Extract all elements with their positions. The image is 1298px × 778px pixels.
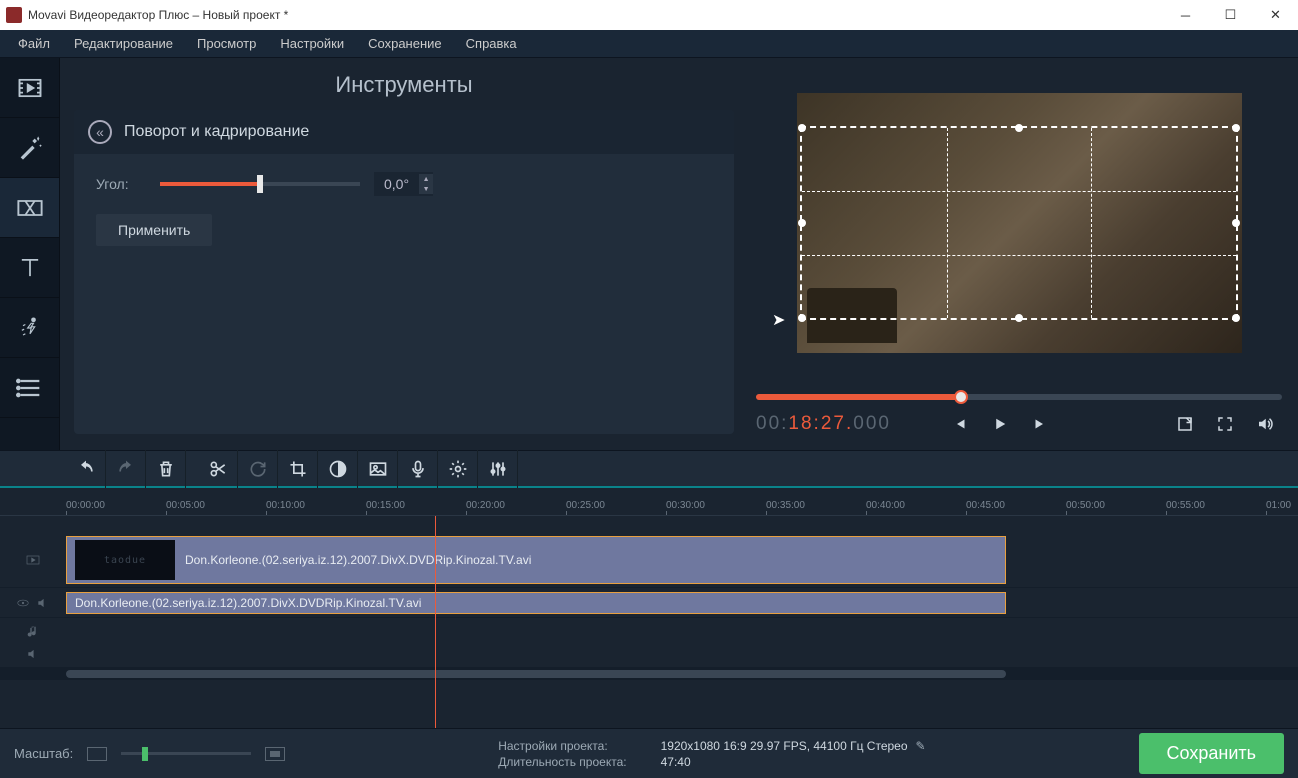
- crop-handle-tl[interactable]: [798, 124, 806, 132]
- video-clip-name: Don.Korleone.(02.seriya.iz.12).2007.DivX…: [185, 553, 531, 567]
- rail-motion-button[interactable]: [0, 298, 59, 358]
- delete-button[interactable]: [146, 450, 186, 488]
- audio-track: Don.Korleone.(02.seriya.iz.12).2007.DivX…: [0, 588, 1298, 618]
- menu-save[interactable]: Сохранение: [356, 32, 454, 55]
- app-icon: [6, 7, 22, 23]
- title-bar: Movavi Видеоредактор Плюс – Новый проект…: [0, 0, 1298, 30]
- panel-header-title: Поворот и кадрирование: [124, 123, 309, 141]
- crop-handle-ml[interactable]: [798, 219, 806, 227]
- zoom-label: Масштаб:: [14, 746, 73, 761]
- minimize-button[interactable]: ─: [1163, 0, 1208, 30]
- edit-settings-icon[interactable]: ✎: [916, 739, 926, 753]
- crop-handle-tc[interactable]: [1015, 124, 1023, 132]
- angle-label: Угол:: [96, 176, 146, 192]
- video-track-icon: [25, 552, 41, 568]
- rail-magic-button[interactable]: [0, 118, 59, 178]
- timeline-ruler[interactable]: 00:00:00 00:05:00 00:10:00 00:15:00 00:2…: [0, 488, 1298, 516]
- playback-progress[interactable]: [756, 394, 1282, 400]
- menu-bar: Файл Редактирование Просмотр Настройки С…: [0, 30, 1298, 58]
- crop-handle-tr[interactable]: [1232, 124, 1240, 132]
- angle-slider[interactable]: [160, 182, 360, 186]
- project-duration-value: 47:40: [661, 755, 691, 769]
- angle-value: 0,0°: [374, 172, 419, 196]
- prev-frame-button[interactable]: [943, 410, 977, 438]
- video-clip[interactable]: taodue Don.Korleone.(02.seriya.iz.12).20…: [66, 536, 1006, 584]
- audio-clip-name: Don.Korleone.(02.seriya.iz.12).2007.DivX…: [75, 596, 421, 610]
- timecode: 00:18:27.000: [756, 413, 891, 435]
- rail-more-button[interactable]: [0, 358, 59, 418]
- project-settings-label: Настройки проекта:: [498, 739, 607, 753]
- close-button[interactable]: ✕: [1253, 0, 1298, 30]
- cut-button[interactable]: [198, 450, 238, 488]
- timeline-scrollbar[interactable]: [0, 668, 1298, 680]
- speaker-icon[interactable]: [26, 646, 40, 662]
- play-button[interactable]: [983, 410, 1017, 438]
- audio-clip[interactable]: Don.Korleone.(02.seriya.iz.12).2007.DivX…: [66, 592, 1006, 614]
- music-track: [0, 618, 1298, 668]
- timeline: 00:00:00 00:05:00 00:10:00 00:15:00 00:2…: [0, 488, 1298, 728]
- crop-handle-mr[interactable]: [1232, 219, 1240, 227]
- crop-frame[interactable]: [800, 126, 1238, 320]
- rail-media-button[interactable]: [0, 58, 59, 118]
- tool-rail: [0, 58, 60, 450]
- fullscreen-button[interactable]: [1208, 410, 1242, 438]
- clip-properties-button[interactable]: [438, 450, 478, 488]
- image-button[interactable]: [358, 450, 398, 488]
- menu-view[interactable]: Просмотр: [185, 32, 268, 55]
- volume-button[interactable]: [1248, 410, 1282, 438]
- playhead[interactable]: [435, 516, 436, 728]
- equalizer-button[interactable]: [478, 450, 518, 488]
- speaker-icon[interactable]: [36, 595, 50, 611]
- timeline-toolbar: [0, 450, 1298, 488]
- crop-handle-br[interactable]: [1232, 314, 1240, 322]
- detach-button[interactable]: [1168, 410, 1202, 438]
- angle-down-button[interactable]: ▼: [419, 184, 433, 194]
- crop-button[interactable]: [278, 450, 318, 488]
- project-settings-value: 1920x1080 16:9 29.97 FPS, 44100 Гц Стере…: [661, 739, 908, 753]
- rotate-button[interactable]: [238, 450, 278, 488]
- menu-help[interactable]: Справка: [454, 32, 529, 55]
- clip-thumbnail: taodue: [75, 540, 175, 580]
- apply-button[interactable]: Применить: [96, 214, 212, 246]
- eye-icon[interactable]: [16, 595, 30, 611]
- project-duration-label: Длительность проекта:: [498, 755, 626, 769]
- maximize-button[interactable]: ☐: [1208, 0, 1253, 30]
- microphone-button[interactable]: [398, 450, 438, 488]
- status-bar: Масштаб: Настройки проекта: Длительность…: [0, 728, 1298, 778]
- export-button[interactable]: Сохранить: [1139, 733, 1284, 774]
- undo-button[interactable]: [66, 450, 106, 488]
- menu-edit[interactable]: Редактирование: [62, 32, 185, 55]
- rail-transitions-button[interactable]: [0, 178, 59, 238]
- angle-spinner[interactable]: 0,0° ▲ ▼: [374, 172, 433, 196]
- rotate-crop-panel: « Поворот и кадрирование Угол: 0,0° ▲ ▼: [74, 110, 734, 434]
- redo-button[interactable]: [106, 450, 146, 488]
- angle-up-button[interactable]: ▲: [419, 174, 433, 184]
- color-adjust-button[interactable]: [318, 450, 358, 488]
- zoom-out-icon[interactable]: [87, 747, 107, 761]
- preview-canvas[interactable]: [752, 66, 1286, 380]
- back-button[interactable]: «: [88, 120, 112, 144]
- music-note-icon: [25, 624, 41, 640]
- next-frame-button[interactable]: [1023, 410, 1057, 438]
- menu-file[interactable]: Файл: [6, 32, 62, 55]
- video-track: taodue Don.Korleone.(02.seriya.iz.12).20…: [0, 532, 1298, 588]
- zoom-fit-icon[interactable]: [265, 747, 285, 761]
- zoom-slider[interactable]: [121, 752, 251, 755]
- rail-titles-button[interactable]: [0, 238, 59, 298]
- tools-panel-title: Инструменты: [74, 72, 734, 98]
- menu-settings[interactable]: Настройки: [268, 32, 356, 55]
- crop-handle-bc[interactable]: [1015, 314, 1023, 322]
- crop-handle-bl[interactable]: [798, 314, 806, 322]
- window-title: Movavi Видеоредактор Плюс – Новый проект…: [28, 8, 1163, 22]
